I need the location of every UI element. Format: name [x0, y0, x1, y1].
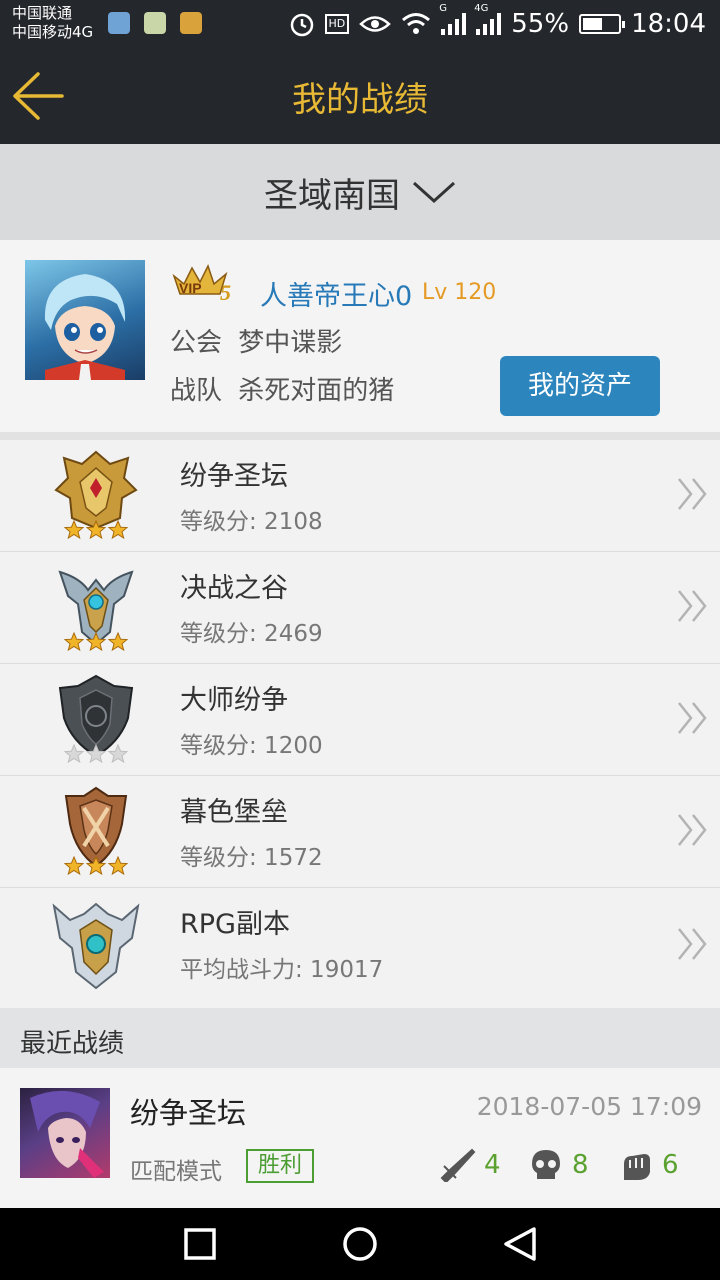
alarm-icon — [290, 13, 313, 37]
double-chevron-right-icon — [678, 702, 707, 734]
section-divider — [0, 432, 720, 440]
clock: 18:04 — [631, 9, 706, 39]
guild-name: 梦中谍影 — [238, 328, 343, 358]
double-chevron-right-icon — [678, 590, 707, 622]
mode-row-fenzheng-shengtan[interactable]: 纷争圣坛 等级分: 2108 — [0, 440, 720, 552]
my-assets-button[interactable]: 我的资产 — [500, 356, 660, 416]
double-chevron-right-icon — [678, 814, 707, 846]
vip-crown-icon: VIP 5 — [172, 264, 231, 304]
home-circle-icon[interactable] — [342, 1226, 378, 1262]
player-avatar — [25, 260, 145, 380]
mode-name: 大师纷争 — [180, 685, 288, 716]
carrier-1: 中国联通 — [12, 4, 73, 22]
server-name: 圣域南国 — [264, 175, 400, 216]
team-name: 杀死对面的猪 — [238, 376, 395, 406]
double-chevron-right-icon — [678, 478, 707, 510]
system-navigation-bar — [0, 1208, 720, 1280]
notification-app-icon — [144, 12, 166, 34]
recent-section-title: 最近战绩 — [20, 1029, 125, 1059]
sword-kill-icon — [440, 1148, 476, 1182]
kills-count: 4 — [484, 1150, 501, 1180]
mode-name: 纷争圣坛 — [180, 461, 288, 492]
mode-row-dashi-fenzheng[interactable]: 大师纷争 等级分: 1200 — [0, 664, 720, 776]
guild-label: 公会 — [170, 328, 223, 358]
team-label: 战队 — [170, 376, 223, 406]
back-triangle-icon[interactable] — [502, 1226, 538, 1262]
signal-icon: 4G — [474, 3, 502, 35]
mode-name: 决战之谷 — [180, 573, 288, 604]
page-title: 我的战绩 — [292, 80, 428, 120]
carrier-info: 中国联通 中国移动4G — [12, 4, 93, 42]
mode-score: 等级分: 1200 — [180, 733, 323, 759]
rank-stars-empty — [63, 743, 129, 768]
rank-stars — [63, 631, 129, 656]
mode-score: 平均战斗力: 19017 — [180, 957, 384, 983]
player-level: Lv 120 — [422, 280, 497, 305]
eye-comfort-icon — [359, 16, 392, 32]
hero-portrait — [20, 1088, 110, 1178]
assists-stat: 6 — [618, 1148, 679, 1182]
team-line: 战队 杀死对面的猪 — [170, 370, 394, 407]
kills-stat: 4 — [440, 1148, 501, 1182]
signal-icon: G — [439, 3, 467, 35]
player-profile: VIP 5 人善帝王心0 Lv 120 公会 梦中谍影 战队 杀死对面的猪 我的… — [0, 240, 720, 432]
carrier-2: 中国移动4G — [12, 23, 94, 41]
rank-stars — [63, 519, 129, 544]
assists-count: 6 — [662, 1150, 679, 1180]
mode-row-rpg-dungeon[interactable]: RPG副本 平均战斗力: 19017 — [0, 888, 720, 1008]
svg-text:5: 5 — [220, 280, 231, 304]
battery-percent: 55% — [511, 9, 570, 39]
skull-death-icon — [532, 1150, 560, 1179]
match-time: 2018-07-05 17:09 — [476, 1092, 702, 1121]
match-mode: 纷争圣坛 — [130, 1096, 247, 1130]
mode-score: 等级分: 2108 — [180, 509, 323, 535]
status-bar: 中国联通 中国移动4G HD G 4G 55% 18:04 — [0, 0, 720, 48]
mode-score: 等级分: 2469 — [180, 621, 323, 647]
mode-name: 暮色堡垒 — [180, 797, 288, 828]
recent-section-header: 最近战绩 — [0, 1008, 720, 1068]
wifi-icon — [402, 13, 431, 34]
fist-assist-icon — [624, 1154, 650, 1180]
mode-row-juezhan-zhigu[interactable]: 决战之谷 等级分: 2469 — [0, 552, 720, 664]
rpg-dungeon-badge-icon — [52, 902, 140, 990]
chevron-down-icon — [412, 181, 456, 204]
notification-app-icon — [108, 12, 130, 34]
deaths-stat: 8 — [528, 1148, 589, 1182]
match-type: 匹配模式 — [130, 1159, 222, 1185]
match-result-badge: 胜利 — [246, 1149, 315, 1183]
battery-icon — [579, 14, 626, 34]
svg-text:VIP: VIP — [179, 280, 202, 296]
hd-icon: HD — [324, 14, 350, 34]
mode-row-museo-baolei[interactable]: 暮色堡垒 等级分: 1572 — [0, 776, 720, 888]
notification-app-icon — [180, 12, 202, 34]
deaths-count: 8 — [572, 1150, 589, 1180]
status-icons: HD G 4G 55% 18:04 — [289, 3, 706, 40]
player-name[interactable]: 人善帝王心0 — [260, 274, 412, 313]
mode-name: RPG副本 — [180, 909, 290, 940]
top-app-bar: 我的战绩 — [0, 48, 720, 144]
recents-square-icon[interactable] — [182, 1226, 218, 1262]
double-chevron-right-icon — [678, 928, 707, 960]
recent-match-row[interactable]: 纷争圣坛 2018-07-05 17:09 匹配模式 胜利 4 8 6 — [0, 1068, 720, 1208]
server-selector[interactable]: 圣域南国 — [0, 144, 720, 240]
mode-score: 等级分: 1572 — [180, 845, 323, 871]
guild-line: 公会 梦中谍影 — [170, 322, 342, 359]
rank-stars — [63, 855, 129, 880]
mode-list: 纷争圣坛 等级分: 2108 决战之谷 等级分: 2469 大师纷争 等级分: … — [0, 440, 720, 1008]
